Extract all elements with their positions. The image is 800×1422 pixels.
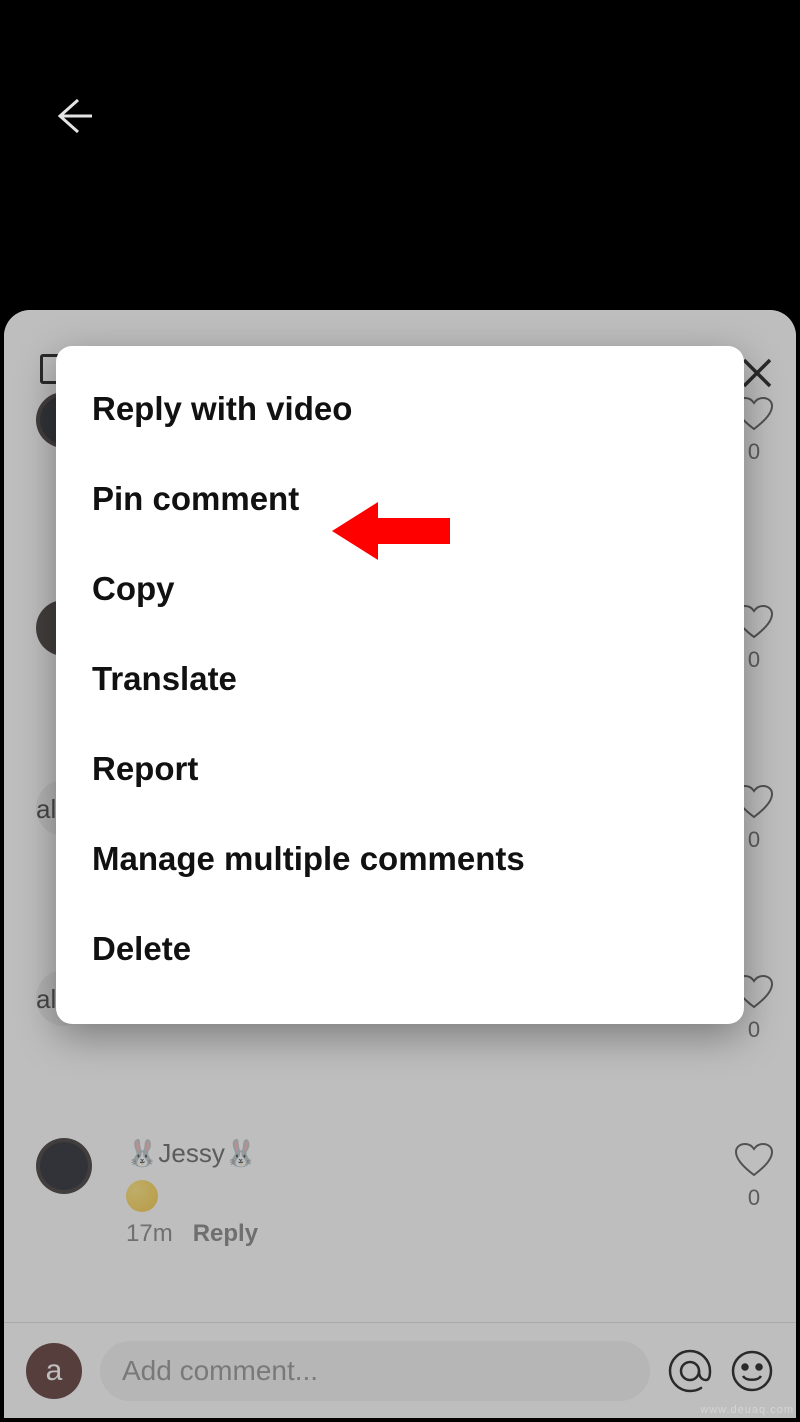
video-area <box>0 0 800 310</box>
arrow-left-icon <box>48 92 96 140</box>
menu-manage-multiple[interactable]: Manage multiple comments <box>56 814 744 904</box>
watermark: www.deuaq.com <box>700 1404 794 1416</box>
menu-translate[interactable]: Translate <box>56 634 744 724</box>
annotation-arrow-icon <box>332 496 452 566</box>
back-button[interactable] <box>48 92 96 140</box>
menu-delete[interactable]: Delete <box>56 904 744 994</box>
comment-context-menu: Reply with video Pin comment Copy Transl… <box>56 346 744 1024</box>
menu-report[interactable]: Report <box>56 724 744 814</box>
menu-reply-with-video[interactable]: Reply with video <box>56 364 744 454</box>
screen: 0 0 al 0 al 0 <box>0 0 800 1422</box>
